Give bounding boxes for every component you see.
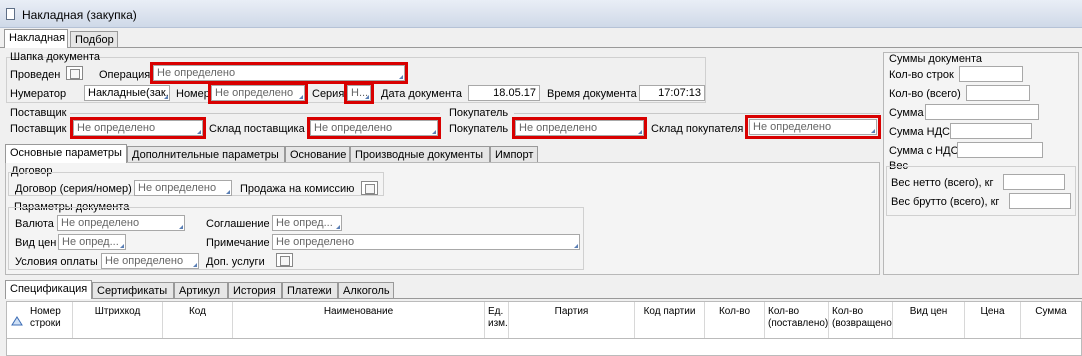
doc-time-label: Время документа (547, 88, 637, 100)
net-weight-field (1003, 174, 1065, 190)
rows-count-field (959, 66, 1023, 82)
supplier-group-line (70, 113, 440, 114)
tab-basis[interactable]: Основание (285, 146, 350, 163)
tab-selection[interactable]: Подбор (70, 31, 118, 48)
gross-weight-label: Вес брутто (всего), кг (891, 196, 1000, 208)
supplier-warehouse-label: Склад поставщика (209, 123, 305, 135)
vat-sum-field (950, 123, 1032, 139)
qty-total-label: Кол-во (всего) (889, 88, 961, 100)
tab-main-params[interactable]: Основные параметры (5, 144, 127, 163)
col-row-number[interactable]: Номер строки (27, 302, 73, 338)
document-icon (6, 8, 15, 20)
number-field[interactable]: Не определено (211, 85, 305, 101)
totals-group-title: Суммы документа (889, 53, 983, 65)
col-barcode[interactable]: Штрихкод (73, 302, 163, 338)
payment-label: Условия оплаты (15, 256, 98, 268)
vat-sum-label: Сумма НДС (889, 126, 950, 138)
contract-label: Договор (серия/номер) (15, 183, 132, 195)
net-weight-label: Вес нетто (всего), кг (891, 177, 994, 189)
price-type-field[interactable]: Не опред... (58, 234, 126, 250)
numerator-field[interactable]: Накладные(зак... (84, 85, 170, 101)
col-sum[interactable]: Сумма (1021, 302, 1081, 338)
posted-label: Проведен (10, 69, 61, 81)
col-name[interactable]: Наименование (233, 302, 485, 338)
currency-label: Валюта (15, 218, 54, 230)
supplier-field[interactable]: Не определено (73, 120, 203, 136)
tabstrip-divider (0, 47, 1082, 48)
agreement-label: Соглашение (206, 218, 270, 230)
col-qty-delivered[interactable]: Кол-во (поставлено) (765, 302, 829, 338)
col-batch-code[interactable]: Код партии (635, 302, 705, 338)
operation-label: Операция (99, 69, 151, 81)
note-label: Примечание (206, 237, 270, 249)
doc-time-field[interactable]: 17:07:13 (639, 85, 705, 101)
bottom-tabstrip-divider (5, 298, 1082, 299)
col-price-type[interactable]: Вид цен (893, 302, 965, 338)
supplier-label: Поставщик (10, 123, 67, 135)
series-field[interactable]: Н... (347, 85, 371, 101)
doc-date-field[interactable]: 18.05.17 (468, 85, 540, 101)
sum-field (925, 104, 1039, 120)
contract-field[interactable]: Не определено (134, 180, 232, 196)
doc-date-label: Дата документа (381, 88, 463, 100)
tab-import[interactable]: Импорт (490, 146, 538, 163)
posted-checkbox[interactable] (66, 66, 83, 80)
gross-weight-field (1009, 193, 1071, 209)
col-qty[interactable]: Кол-во (705, 302, 765, 338)
tab-additional-params[interactable]: Дополнительные параметры (127, 146, 285, 163)
tab-article[interactable]: Артикул (174, 282, 228, 299)
price-type-label: Вид цен (15, 237, 57, 249)
buyer-warehouse-field[interactable]: Не определено (749, 119, 877, 135)
buyer-warehouse-label: Склад покупателя (651, 123, 744, 135)
col-price[interactable]: Цена (965, 302, 1021, 338)
tab-specification[interactable]: Спецификация (5, 280, 92, 299)
numerator-label: Нумератор (10, 88, 67, 100)
specification-grid-header: Номер строки Штрихкод Код Наименование Е… (6, 301, 1082, 339)
tab-invoice[interactable]: Накладная (4, 29, 68, 48)
rows-count-label: Кол-во строк (889, 69, 954, 81)
supplier-warehouse-field[interactable]: Не определено (310, 120, 438, 136)
tab-certificates[interactable]: Сертификаты (92, 282, 174, 299)
supplier-group-title: Поставщик (10, 107, 67, 119)
col-code[interactable]: Код (163, 302, 233, 338)
commission-label: Продажа на комиссию (240, 183, 355, 195)
agreement-field[interactable]: Не опред... (272, 215, 342, 231)
tab-history[interactable]: История (228, 282, 282, 299)
number-label: Номер (176, 88, 210, 100)
buyer-field[interactable]: Не определено (515, 120, 644, 136)
window-title: Накладная (закупка) (22, 8, 137, 22)
commission-checkbox[interactable] (361, 181, 378, 195)
buyer-label: Покупатель (449, 123, 509, 135)
buyer-group-title: Покупатель (449, 107, 509, 119)
extra-services-checkbox[interactable] (276, 253, 293, 267)
sum-with-vat-field (957, 142, 1043, 158)
buyer-group-line (514, 113, 880, 114)
sum-label: Сумма (889, 107, 924, 119)
sum-with-vat-label: Сумма с НДС (889, 145, 959, 157)
window-titlebar: Накладная (закупка) (0, 0, 1082, 28)
tab-derived-docs[interactable]: Производные документы (350, 146, 490, 163)
operation-field[interactable]: Не определено (153, 65, 405, 81)
tab-payments[interactable]: Платежи (282, 282, 338, 299)
tab-alcohol[interactable]: Алкоголь (338, 282, 394, 299)
currency-field[interactable]: Не определено (57, 215, 185, 231)
extra-services-label: Доп. услуги (206, 256, 265, 268)
qty-total-field (966, 85, 1030, 101)
note-field[interactable]: Не определено (272, 234, 580, 250)
col-qty-returned[interactable]: Кол-во (возвращено) (829, 302, 893, 338)
payment-field[interactable]: Не определено (101, 253, 199, 269)
header-group-title: Шапка документа (10, 51, 101, 63)
series-label: Серия (312, 88, 345, 100)
col-unit[interactable]: Ед. изм. (485, 302, 509, 338)
sort-triangle-icon[interactable] (11, 316, 23, 326)
specification-grid-body[interactable] (6, 339, 1082, 356)
col-batch[interactable]: Партия (509, 302, 635, 338)
